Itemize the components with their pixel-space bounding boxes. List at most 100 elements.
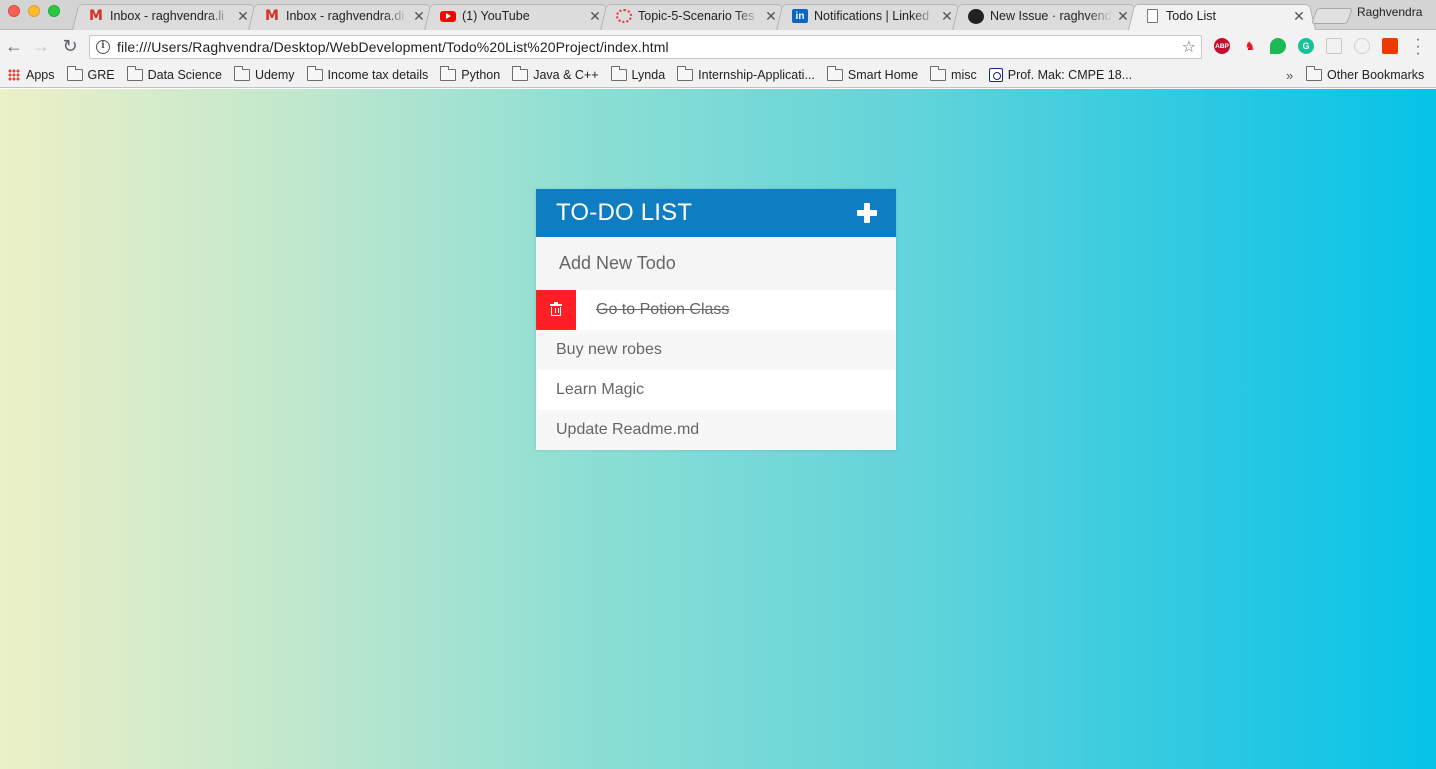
red-extension-icon[interactable]: ♞ <box>1242 38 1258 54</box>
bookmark-folder-python[interactable]: Python <box>440 66 501 82</box>
youtube-icon <box>440 10 456 22</box>
tab-strip: M Inbox - raghvendra.li ✕ M Inbox - ragh… <box>0 0 1436 30</box>
trash-icon <box>550 302 562 316</box>
bookmark-apps[interactable]: Apps <box>8 68 55 82</box>
bookmark-label: Smart Home <box>847 68 919 82</box>
profile-name[interactable]: Raghvendra <box>1357 5 1422 19</box>
folder-icon <box>440 66 457 81</box>
grammarly-icon[interactable]: G <box>1298 38 1314 54</box>
bookmark-label: Lynda <box>631 68 666 82</box>
new-tab-button[interactable] <box>1311 8 1353 24</box>
folder-icon <box>930 66 947 81</box>
bookmark-folder-java-cpp[interactable]: Java & C++ <box>512 66 599 82</box>
page-title: TO-DO LIST <box>556 199 693 226</box>
adblock-plus-icon[interactable]: ABP <box>1214 38 1230 54</box>
address-bar[interactable]: i file:///Users/Raghvendra/Desktop/WebDe… <box>89 35 1202 59</box>
bookmark-folder-income-tax[interactable]: Income tax details <box>306 66 429 82</box>
close-icon[interactable]: ✕ <box>1292 8 1306 25</box>
bookmark-folder-gre[interactable]: GRE <box>66 66 115 82</box>
close-icon[interactable]: ✕ <box>1116 8 1130 25</box>
todo-item[interactable]: Learn Magic <box>536 370 896 410</box>
bookmarks-bar: Apps GRE Data Science Udemy Income tax d… <box>0 63 1436 88</box>
bookmark-label: Apps <box>26 68 55 82</box>
tab-github[interactable]: New Issue · raghvendi ✕ <box>952 2 1140 30</box>
bookmark-label: Python <box>461 68 501 82</box>
url-text[interactable]: file:///Users/Raghvendra/Desktop/WebDeve… <box>117 39 669 55</box>
browser-toolbar: ← → ↻ i file:///Users/Raghvendra/Desktop… <box>0 30 1436 63</box>
reload-icon[interactable]: ↻ <box>60 36 80 56</box>
folder-icon <box>826 66 843 81</box>
bookmark-label: Udemy <box>254 68 295 82</box>
bookmark-favicon <box>988 68 1003 82</box>
bookmark-folder-smart-home[interactable]: Smart Home <box>826 66 919 82</box>
folder-icon <box>610 66 627 81</box>
bookmark-other[interactable]: Other Bookmarks <box>1306 66 1425 82</box>
back-arrow-icon[interactable]: ← <box>4 36 24 56</box>
tab-title: Topic-5-Scenario Tes <box>638 9 755 23</box>
gmail-icon: M <box>265 8 279 24</box>
close-icon[interactable]: ✕ <box>764 8 778 25</box>
delete-button[interactable] <box>536 290 576 330</box>
new-todo-input[interactable] <box>536 237 896 290</box>
close-icon[interactable]: ✕ <box>412 8 426 25</box>
tab-gmail-1[interactable]: M Inbox - raghvendra.li ✕ <box>72 2 260 30</box>
todo-text: Update Readme.md <box>556 421 700 438</box>
todo-text: Go to Potion Class <box>596 301 730 318</box>
more-menu-icon[interactable]: · · · <box>1411 32 1425 62</box>
tab-youtube[interactable]: (1) YouTube ✕ <box>424 2 612 30</box>
folder-icon <box>306 66 323 81</box>
bookmark-folder-lynda[interactable]: Lynda <box>610 66 666 82</box>
plus-icon[interactable] <box>857 203 877 223</box>
todo-text: Buy new robes <box>556 341 662 358</box>
bookmark-label: Income tax details <box>327 68 429 82</box>
close-icon[interactable]: ✕ <box>236 8 250 25</box>
gmail-icon: M <box>89 8 103 24</box>
bookmarks-overflow-button[interactable]: » <box>1286 68 1293 83</box>
gray-extension-icon[interactable] <box>1326 38 1342 54</box>
tab-linkedin[interactable]: in Notifications | Linked ✕ <box>776 2 964 30</box>
tab-gmail-2[interactable]: M Inbox - raghvendra.di ✕ <box>248 2 436 30</box>
bookmark-label: Java & C++ <box>533 68 599 82</box>
folder-icon <box>512 66 529 81</box>
todo-item[interactable]: Buy new robes <box>536 330 896 370</box>
bookmark-folder-data-science[interactable]: Data Science <box>126 66 222 82</box>
forward-arrow-icon[interactable]: → <box>31 36 51 56</box>
page-viewport: TO-DO LIST Go to Potion Class Buy n <box>0 89 1436 769</box>
bookmark-label: Other Bookmarks <box>1327 68 1425 82</box>
ring-icon <box>616 9 632 23</box>
tab-title: Inbox - raghvendra.di <box>286 9 405 23</box>
gray-circle-extension-icon[interactable] <box>1354 38 1370 54</box>
office-icon[interactable] <box>1382 38 1398 54</box>
minimize-window-button[interactable] <box>28 5 40 17</box>
close-icon[interactable]: ✕ <box>588 8 602 25</box>
bookmark-label: Internship-Applicati... <box>698 68 815 82</box>
tab-title: Todo List <box>1166 9 1217 23</box>
info-icon[interactable]: i <box>96 40 110 54</box>
bookmark-prof-mak[interactable]: Prof. Mak: CMPE 18... <box>988 68 1133 82</box>
todo-item[interactable]: Update Readme.md <box>536 410 896 450</box>
bookmark-folder-internship[interactable]: Internship-Applicati... <box>677 66 815 82</box>
bookmark-folder-misc[interactable]: misc <box>930 66 977 82</box>
close-icon[interactable]: ✕ <box>940 8 954 25</box>
tab-todo-list[interactable]: Todo List ✕ <box>1128 2 1316 30</box>
green-extension-icon[interactable] <box>1270 38 1286 54</box>
bookmark-folder-udemy[interactable]: Udemy <box>233 66 295 82</box>
tab-title: Inbox - raghvendra.li <box>110 9 224 23</box>
folder-icon <box>1306 66 1322 81</box>
close-window-button[interactable] <box>8 5 20 17</box>
bookmark-label: Prof. Mak: CMPE 18... <box>1007 68 1133 82</box>
tab-title: Notifications | Linked <box>814 9 930 23</box>
todo-item[interactable]: Go to Potion Class <box>536 290 896 330</box>
folder-icon <box>66 66 83 81</box>
folder-icon <box>233 66 250 81</box>
todo-text: Learn Magic <box>556 381 645 398</box>
bookmark-star-icon[interactable]: ☆ <box>1182 37 1196 57</box>
todo-header: TO-DO LIST <box>536 189 896 237</box>
fullscreen-window-button[interactable] <box>48 5 60 17</box>
github-icon <box>968 8 984 24</box>
todo-list: Go to Potion Class Buy new robes Learn M… <box>536 290 896 450</box>
linkedin-icon: in <box>792 9 808 23</box>
tab-title: New Issue · raghvendi <box>990 9 1112 23</box>
tab-topic-5[interactable]: Topic-5-Scenario Tes ✕ <box>600 2 788 30</box>
bookmark-label: Data Science <box>147 68 222 82</box>
